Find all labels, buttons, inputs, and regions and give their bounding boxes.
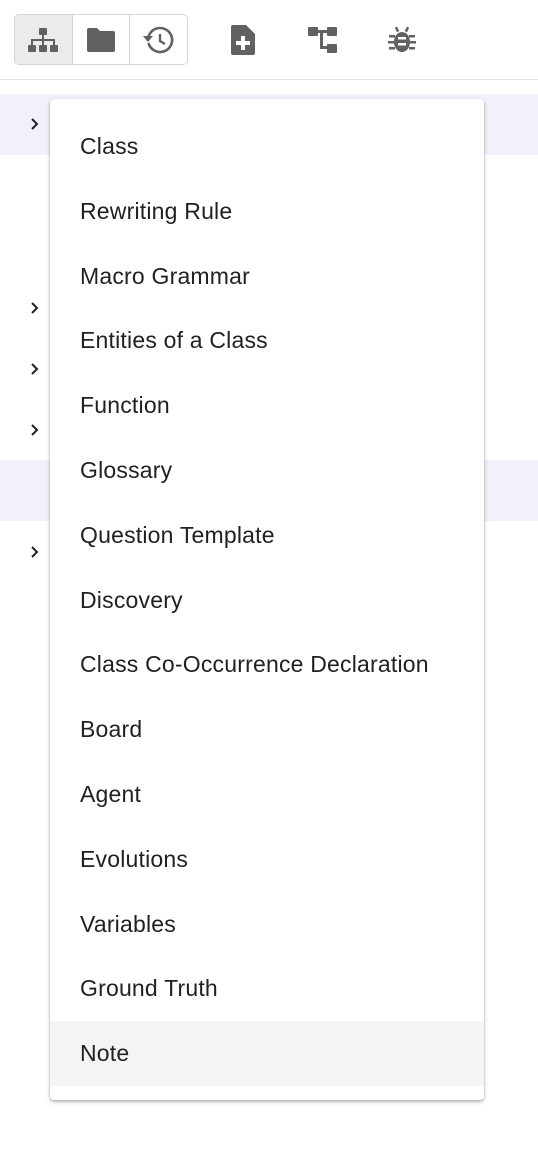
menu-item-class-co-occurrence-declaration[interactable]: Class Co-Occurrence Declaration bbox=[50, 632, 484, 697]
menu-item-board[interactable]: Board bbox=[50, 697, 484, 762]
diagram-tree-icon bbox=[308, 26, 337, 53]
menu-item-glossary[interactable]: Glossary bbox=[50, 438, 484, 503]
menu-item-evolutions[interactable]: Evolutions bbox=[50, 827, 484, 892]
menu-item-entities-of-a-class[interactable]: Entities of a Class bbox=[50, 308, 484, 373]
chevron-right-icon[interactable] bbox=[26, 543, 44, 561]
chevron-right-icon[interactable] bbox=[26, 421, 44, 439]
history-icon bbox=[142, 26, 174, 53]
diagram-button[interactable] bbox=[298, 14, 348, 65]
create-menu: Class Rewriting Rule Macro Grammar Entit… bbox=[50, 99, 484, 1100]
chevron-right-icon[interactable] bbox=[26, 115, 44, 133]
menu-item-function[interactable]: Function bbox=[50, 373, 484, 438]
file-plus-icon bbox=[231, 24, 255, 55]
menu-item-class[interactable]: Class bbox=[50, 114, 484, 179]
view-toggle-group bbox=[14, 14, 188, 65]
tree-view-button[interactable] bbox=[15, 15, 73, 64]
chevron-right-icon[interactable] bbox=[26, 360, 44, 378]
menu-item-macro-grammar[interactable]: Macro Grammar bbox=[50, 244, 484, 309]
bug-icon bbox=[388, 26, 416, 52]
menu-item-variables[interactable]: Variables bbox=[50, 892, 484, 957]
menu-item-note[interactable]: Note bbox=[50, 1021, 484, 1086]
debug-button[interactable] bbox=[377, 14, 427, 65]
sitemap-icon bbox=[28, 27, 59, 52]
menu-item-discovery[interactable]: Discovery bbox=[50, 568, 484, 633]
chevron-right-icon[interactable] bbox=[26, 299, 44, 317]
menu-item-agent[interactable]: Agent bbox=[50, 762, 484, 827]
history-view-button[interactable] bbox=[130, 15, 187, 64]
new-file-button[interactable] bbox=[218, 14, 268, 65]
folder-icon bbox=[87, 27, 115, 52]
menu-item-rewriting-rule[interactable]: Rewriting Rule bbox=[50, 179, 484, 244]
toolbar bbox=[0, 0, 538, 80]
folder-view-button[interactable] bbox=[73, 15, 131, 64]
menu-item-question-template[interactable]: Question Template bbox=[50, 503, 484, 568]
menu-item-ground-truth[interactable]: Ground Truth bbox=[50, 956, 484, 1021]
